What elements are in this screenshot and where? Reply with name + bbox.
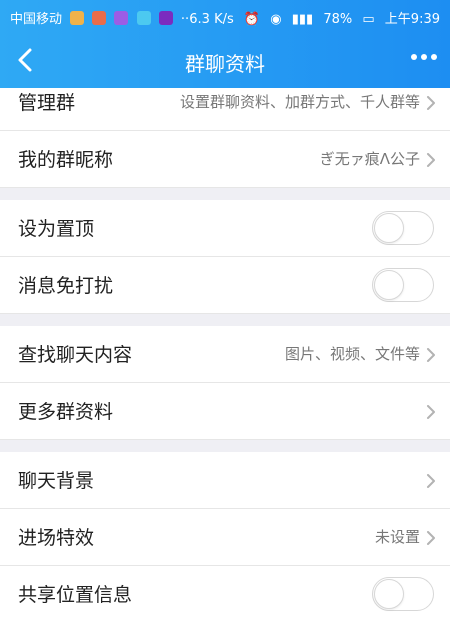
list-item-chat-background[interactable]: 聊天背景 <box>0 452 450 509</box>
settings-list: 管理群 设置群聊资料、加群方式、千人群等 我的群昵称 ぎ无ァ痕Λ公子 设为置顶 … <box>0 88 450 620</box>
list-item-value: 图片、视频、文件等 <box>284 345 420 363</box>
share-location-toggle[interactable] <box>372 577 434 611</box>
chevron-right-icon <box>427 405 435 419</box>
list-item-label: 管理群 <box>18 92 76 114</box>
app-icon <box>92 11 107 25</box>
section-divider <box>0 188 450 200</box>
alarm-icon: ⏰ <box>243 12 261 27</box>
status-right: 6.3 K/s ⏰ ◉ ▮▮▮ 78% ▭ 上午9:39 <box>189 8 440 27</box>
list-item-label: 进场特效 <box>18 527 95 549</box>
status-left: 中国移动 ··· <box>10 8 193 27</box>
more-dots-icon[interactable] <box>410 53 438 61</box>
signal-icon: ▮▮▮ <box>291 12 314 27</box>
list-item-value: 未设置 <box>374 528 420 546</box>
list-item-label: 更多群资料 <box>18 401 114 423</box>
network-speed: 6.3 K/s <box>189 12 234 27</box>
navbar: 群聊资料 <box>0 32 450 88</box>
chevron-right-icon <box>427 96 435 110</box>
app-icon <box>114 11 129 25</box>
app-header: 中国移动 ··· 6.3 K/s ⏰ ◉ ▮▮▮ 78% ▭ 上午9:39 群聊… <box>0 0 450 88</box>
carrier-text: 中国移动 <box>10 12 63 27</box>
status-bar: 中国移动 ··· 6.3 K/s ⏰ ◉ ▮▮▮ 78% ▭ 上午9:39 <box>0 0 450 32</box>
list-item-pin-chat: 设为置顶 <box>0 200 450 257</box>
section-divider <box>0 314 450 326</box>
pin-chat-toggle[interactable] <box>372 211 434 245</box>
chevron-right-icon <box>427 348 435 362</box>
section-divider <box>0 440 450 452</box>
list-item-label: 查找聊天内容 <box>18 344 133 366</box>
time: 上午9:39 <box>384 12 440 27</box>
toggle-knob <box>374 213 404 243</box>
app-icon <box>158 11 173 25</box>
list-item-label: 聊天背景 <box>18 470 95 492</box>
list-item-label: 消息免打扰 <box>18 275 114 297</box>
battery-percent: 78% <box>323 12 353 27</box>
list-item-entry-effect[interactable]: 进场特效 未设置 <box>0 509 450 566</box>
page-title: 群聊资料 <box>185 52 265 76</box>
battery-icon: ▭ <box>362 12 375 27</box>
list-item-more-group-info[interactable]: 更多群资料 <box>0 383 450 440</box>
chevron-right-icon <box>427 474 435 488</box>
do-not-disturb-toggle[interactable] <box>372 268 434 302</box>
list-item-manage-group[interactable]: 管理群 设置群聊资料、加群方式、千人群等 <box>0 88 450 131</box>
chevron-right-icon <box>427 531 435 545</box>
list-item-value: 设置群聊资料、加群方式、千人群等 <box>179 93 420 111</box>
list-item-do-not-disturb: 消息免打扰 <box>0 257 450 314</box>
app-icon <box>70 11 85 25</box>
eye-icon: ◉ <box>270 12 282 27</box>
toggle-knob <box>374 270 404 300</box>
list-item-share-location: 共享位置信息 <box>0 566 450 620</box>
chevron-right-icon <box>427 153 435 167</box>
list-item-label: 共享位置信息 <box>18 584 133 606</box>
app-icon <box>136 11 151 25</box>
list-item-search-chat-content[interactable]: 查找聊天内容 图片、视频、文件等 <box>0 326 450 383</box>
list-item-label: 我的群昵称 <box>18 149 114 171</box>
toggle-knob <box>374 579 404 609</box>
list-item-value: ぎ无ァ痕Λ公子 <box>319 150 420 168</box>
list-item-my-group-nickname[interactable]: 我的群昵称 ぎ无ァ痕Λ公子 <box>0 131 450 188</box>
list-item-label: 设为置顶 <box>18 218 95 240</box>
